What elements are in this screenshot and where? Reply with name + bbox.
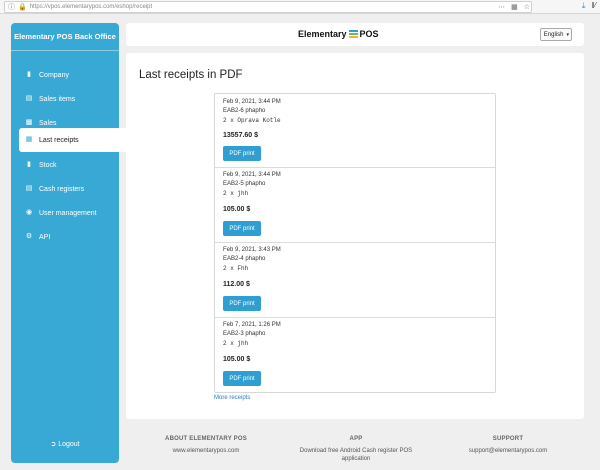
box-icon: ▮ <box>27 161 31 168</box>
logo: Elementary POS <box>298 29 379 39</box>
receipt-total: 105.00 $ <box>223 206 251 213</box>
sidebar-item-cash-registers[interactable]: ▤ Cash registers <box>11 177 119 201</box>
receipt-date: Feb 9, 2021, 3:43 PM <box>223 247 281 253</box>
logout-button[interactable]: ➲ Logout <box>11 440 119 448</box>
footer-heading: ABOUT ELEMENTARY POS <box>165 436 247 442</box>
footer-app-link-cont[interactable]: application <box>286 455 426 463</box>
divider <box>215 317 495 318</box>
receipt-number: EAB2-4 phapho <box>223 256 266 262</box>
address-bar-actions: ⋯ ▦ ☆ <box>498 3 530 11</box>
site-info-icon[interactable]: ⓘ <box>8 2 15 12</box>
browser-right-tools: ⤓ ‖⁄ <box>582 1 596 11</box>
logo-text-right: POS <box>359 29 379 39</box>
footer: ABOUT ELEMENTARY POS www.elementarypos.c… <box>126 430 584 470</box>
download-icon[interactable]: ⤓ <box>582 1 586 11</box>
pdf-print-button[interactable]: PDF print <box>223 221 261 236</box>
receipt-date: Feb 7, 2021, 1:26 PM <box>223 322 281 328</box>
address-bar[interactable]: ⓘ 🔒 https://vpos.elementarypos.com/eshop… <box>4 1 532 13</box>
main-panel: Last receipts in PDF Feb 9, 2021, 3:44 P… <box>126 53 584 419</box>
logo-text-left: Elementary <box>298 29 347 39</box>
receipt-total: 112.00 $ <box>223 281 250 288</box>
receipt-date: Feb 9, 2021, 3:44 PM <box>223 172 281 178</box>
receipt-item: 2 x jhh <box>223 340 249 347</box>
pdf-print-button[interactable]: PDF print <box>223 146 261 161</box>
divider <box>215 167 495 168</box>
chart-icon: ▩ <box>25 119 33 126</box>
library-icon[interactable]: ‖⁄ <box>591 1 596 11</box>
receipt-number: EAB2-6 phapho <box>223 108 266 114</box>
sidebar-item-label: Stock <box>39 161 57 169</box>
sidebar-title: Elementary POS Back Office <box>11 23 119 51</box>
footer-about: ABOUT ELEMENTARY POS www.elementarypos.c… <box>136 436 276 455</box>
star-icon[interactable]: ☆ <box>524 3 530 11</box>
url-text: https://vpos.elementarypos.com/eshop/rec… <box>29 4 153 10</box>
footer-support-email[interactable]: support@elementarypos.com <box>438 447 578 455</box>
receipt-date: Feb 9, 2021, 3:44 PM <box>223 99 281 105</box>
receipt-number: EAB2-3 phapho <box>223 331 266 337</box>
receipt-item: 2 x Fhh <box>223 265 249 272</box>
users-icon: ◉ <box>25 209 33 216</box>
footer-app: APP Download free Android Cash register … <box>286 436 426 463</box>
bookmark-icon[interactable]: ▦ <box>511 3 518 11</box>
sidebar-item-api[interactable]: ⚙ API <box>11 225 119 249</box>
footer-heading: APP <box>349 436 363 442</box>
receipt-item: 2 x Oprava Kotle <box>223 117 281 124</box>
logo-mark-icon <box>348 30 358 38</box>
language-value: English <box>543 31 564 38</box>
divider <box>215 242 495 243</box>
chevron-down-icon: ▾ <box>566 31 569 38</box>
pdf-print-button[interactable]: PDF print <box>223 296 261 311</box>
sidebar-item-label: Company <box>39 71 69 79</box>
register-icon: ▤ <box>25 185 33 192</box>
more-receipts-link[interactable]: More receipts <box>214 395 250 401</box>
sidebar-item-stock[interactable]: ▮ Stock <box>11 153 119 177</box>
sidebar-item-label: Sales items <box>39 95 76 103</box>
sidebar-item-user-management[interactable]: ◉ User management <box>11 201 119 225</box>
gear-icon: ⚙ <box>25 233 33 240</box>
sidebar-item-sales-items[interactable]: ▤ Sales items <box>11 87 119 111</box>
receipt-number: EAB2-5 phapho <box>223 181 266 187</box>
page-title: Last receipts in PDF <box>139 69 243 81</box>
building-icon: ▮ <box>27 71 31 78</box>
receipt-item: 2 x jhh <box>223 190 249 197</box>
pdf-print-button[interactable]: PDF print <box>223 371 261 386</box>
header: Elementary POS English ▾ <box>126 23 584 46</box>
sidebar-item-last-receipts[interactable]: ▦ Last receipts <box>19 128 130 152</box>
sidebar-item-company[interactable]: ▮ Company <box>11 63 119 87</box>
receipt-total: 13557.60 $ <box>223 132 259 139</box>
sidebar-item-label: Last receipts <box>39 136 79 144</box>
logout-label: Logout <box>58 441 80 448</box>
footer-support: SUPPORT support@elementarypos.com <box>438 436 578 455</box>
language-select[interactable]: English ▾ <box>539 28 572 41</box>
browser-toolbar: ⓘ 🔒 https://vpos.elementarypos.com/eshop… <box>0 0 600 14</box>
lock-icon: 🔒 <box>18 4 27 11</box>
sidebar-item-label: User management <box>39 209 97 217</box>
footer-website-link[interactable]: www.elementarypos.com <box>136 447 276 455</box>
receipt-icon: ▦ <box>25 136 33 143</box>
footer-app-link[interactable]: Download free Android Cash register POS <box>286 447 426 455</box>
sidebar-item-label: Sales <box>39 119 57 127</box>
receipt-total: 105.00 $ <box>223 356 251 363</box>
footer-heading: SUPPORT <box>492 436 524 442</box>
sidebar: Elementary POS Back Office ▮ Company ▤ S… <box>11 23 130 463</box>
sidebar-item-label: API <box>39 233 51 241</box>
logout-icon: ➲ <box>50 441 57 448</box>
sidebar-item-label: Cash registers <box>39 185 85 193</box>
list-icon: ▤ <box>25 95 33 102</box>
ellipsis-icon[interactable]: ⋯ <box>498 3 505 11</box>
receipt-list: Feb 9, 2021, 3:44 PM EAB2-6 phapho 2 x O… <box>214 93 496 393</box>
